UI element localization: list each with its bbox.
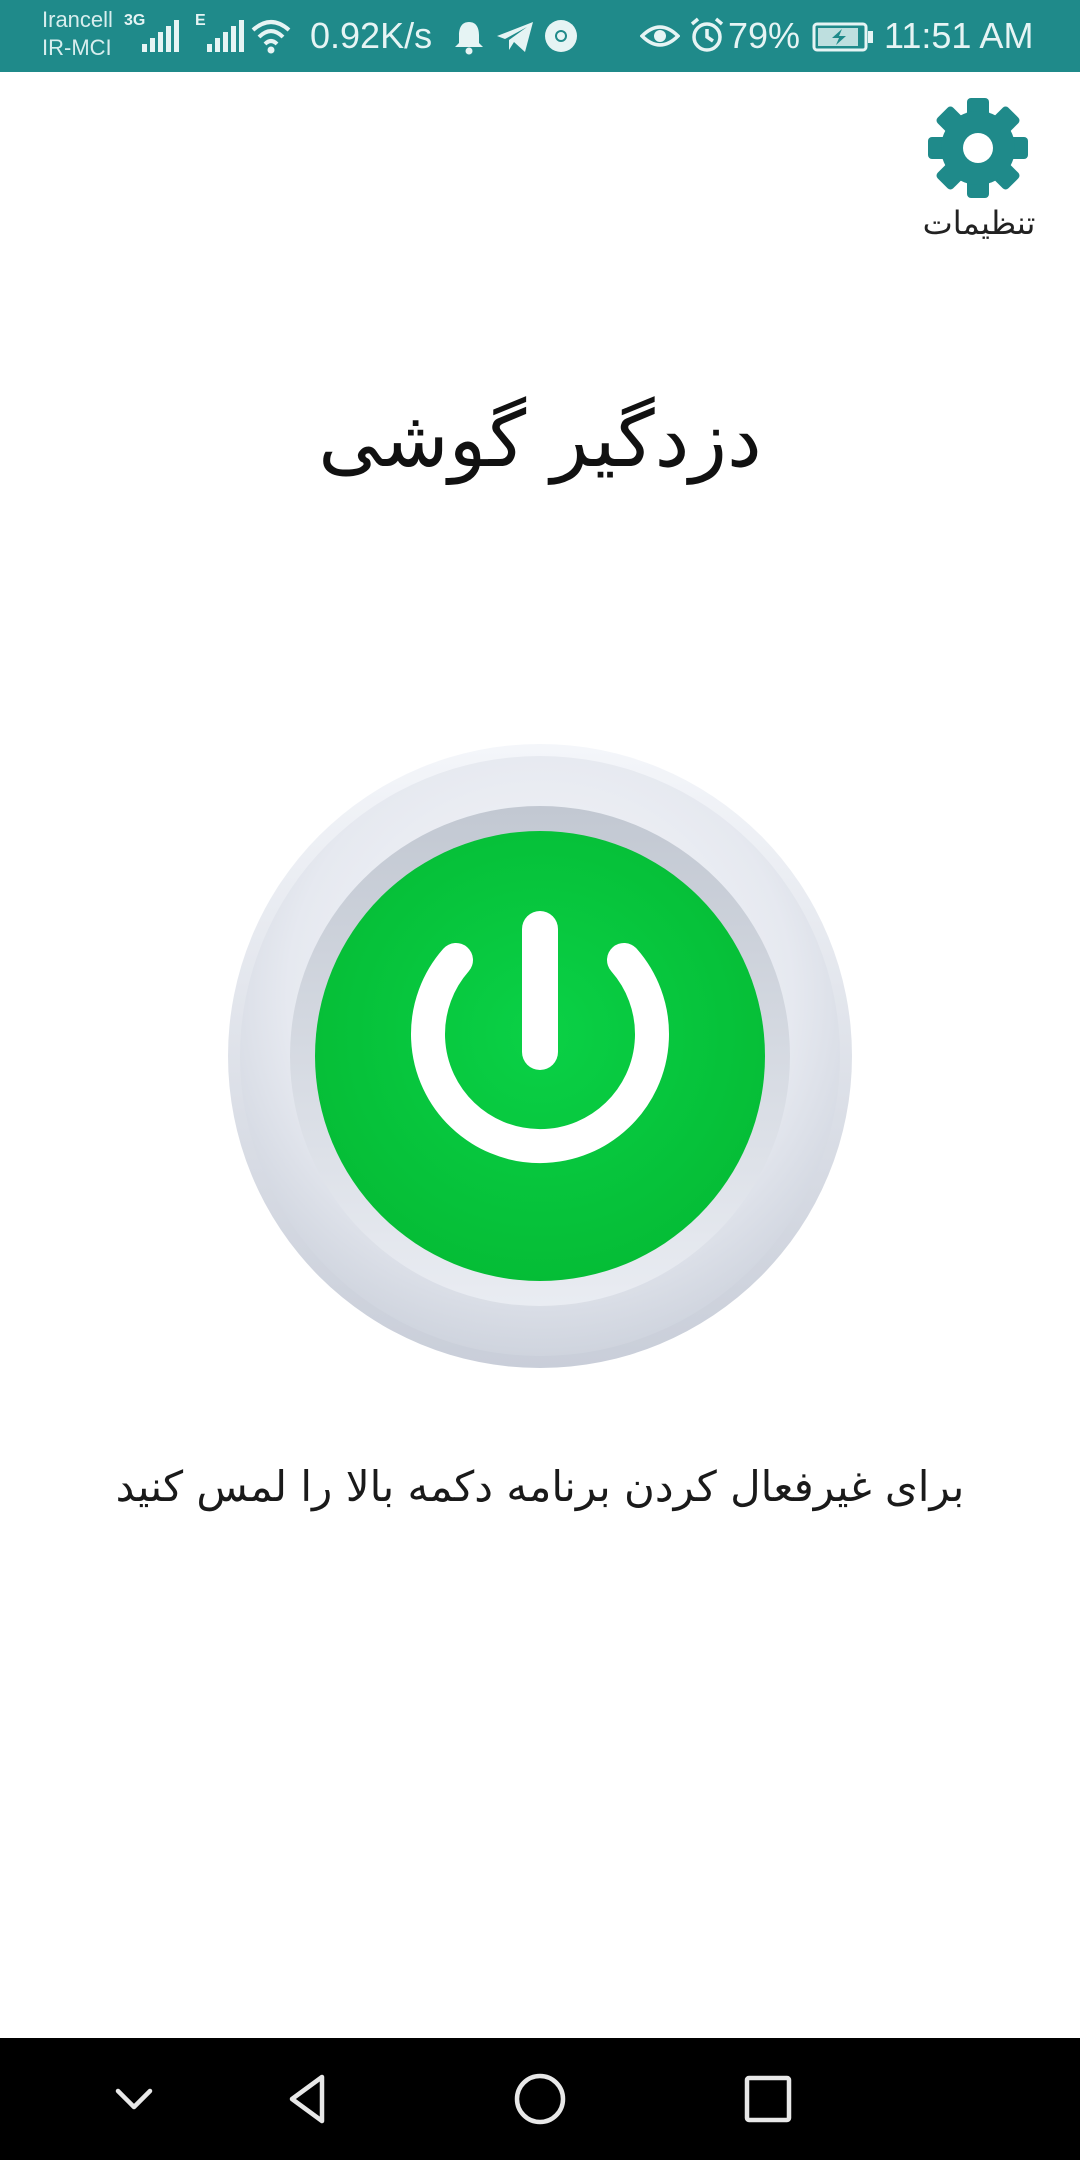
- back-triangle-icon[interactable]: [278, 2069, 338, 2129]
- chevron-down-icon[interactable]: [104, 2069, 164, 2129]
- wifi-icon: [251, 20, 291, 54]
- carrier-names: Irancell IR-MCI: [42, 6, 113, 62]
- carrier-1: Irancell: [42, 7, 113, 32]
- network-speed: 0.92K/s: [310, 15, 433, 56]
- home-circle-icon[interactable]: [510, 2069, 570, 2129]
- telegram-icon: [497, 22, 533, 52]
- status-bar: Irancell IR-MCI 3G E 0.92K/s 79% 11:51 A…: [0, 0, 1080, 72]
- power-button-graphic: [228, 744, 852, 1368]
- alarm-icon: [690, 17, 724, 52]
- bell-icon: [455, 22, 483, 55]
- recents-square-icon[interactable]: [738, 2069, 798, 2129]
- clock: 11:51 AM: [884, 15, 1034, 56]
- signal-icon: [207, 20, 244, 52]
- chrome-icon: [545, 20, 577, 52]
- gear-icon: [928, 98, 1028, 198]
- signal-icon: [142, 20, 179, 52]
- power-button[interactable]: [226, 742, 854, 1370]
- eye-icon: [640, 25, 680, 47]
- instruction-text: برای غیرفعال کردن برنامه دکمه بالا را لم…: [115, 1462, 965, 1511]
- battery-percent: 79%: [728, 15, 801, 56]
- settings-button[interactable]: تنظیمات: [904, 88, 1054, 258]
- page-title: دزدگیر گوشی: [318, 395, 762, 485]
- battery-charging-icon: [812, 22, 873, 52]
- navigation-bar: [0, 2038, 1080, 2160]
- settings-label: تنظیمات: [922, 204, 1036, 242]
- carrier-2: IR-MCI: [42, 35, 112, 60]
- app-screen: Irancell IR-MCI 3G E 0.92K/s 79% 11:51 A…: [0, 0, 1080, 2160]
